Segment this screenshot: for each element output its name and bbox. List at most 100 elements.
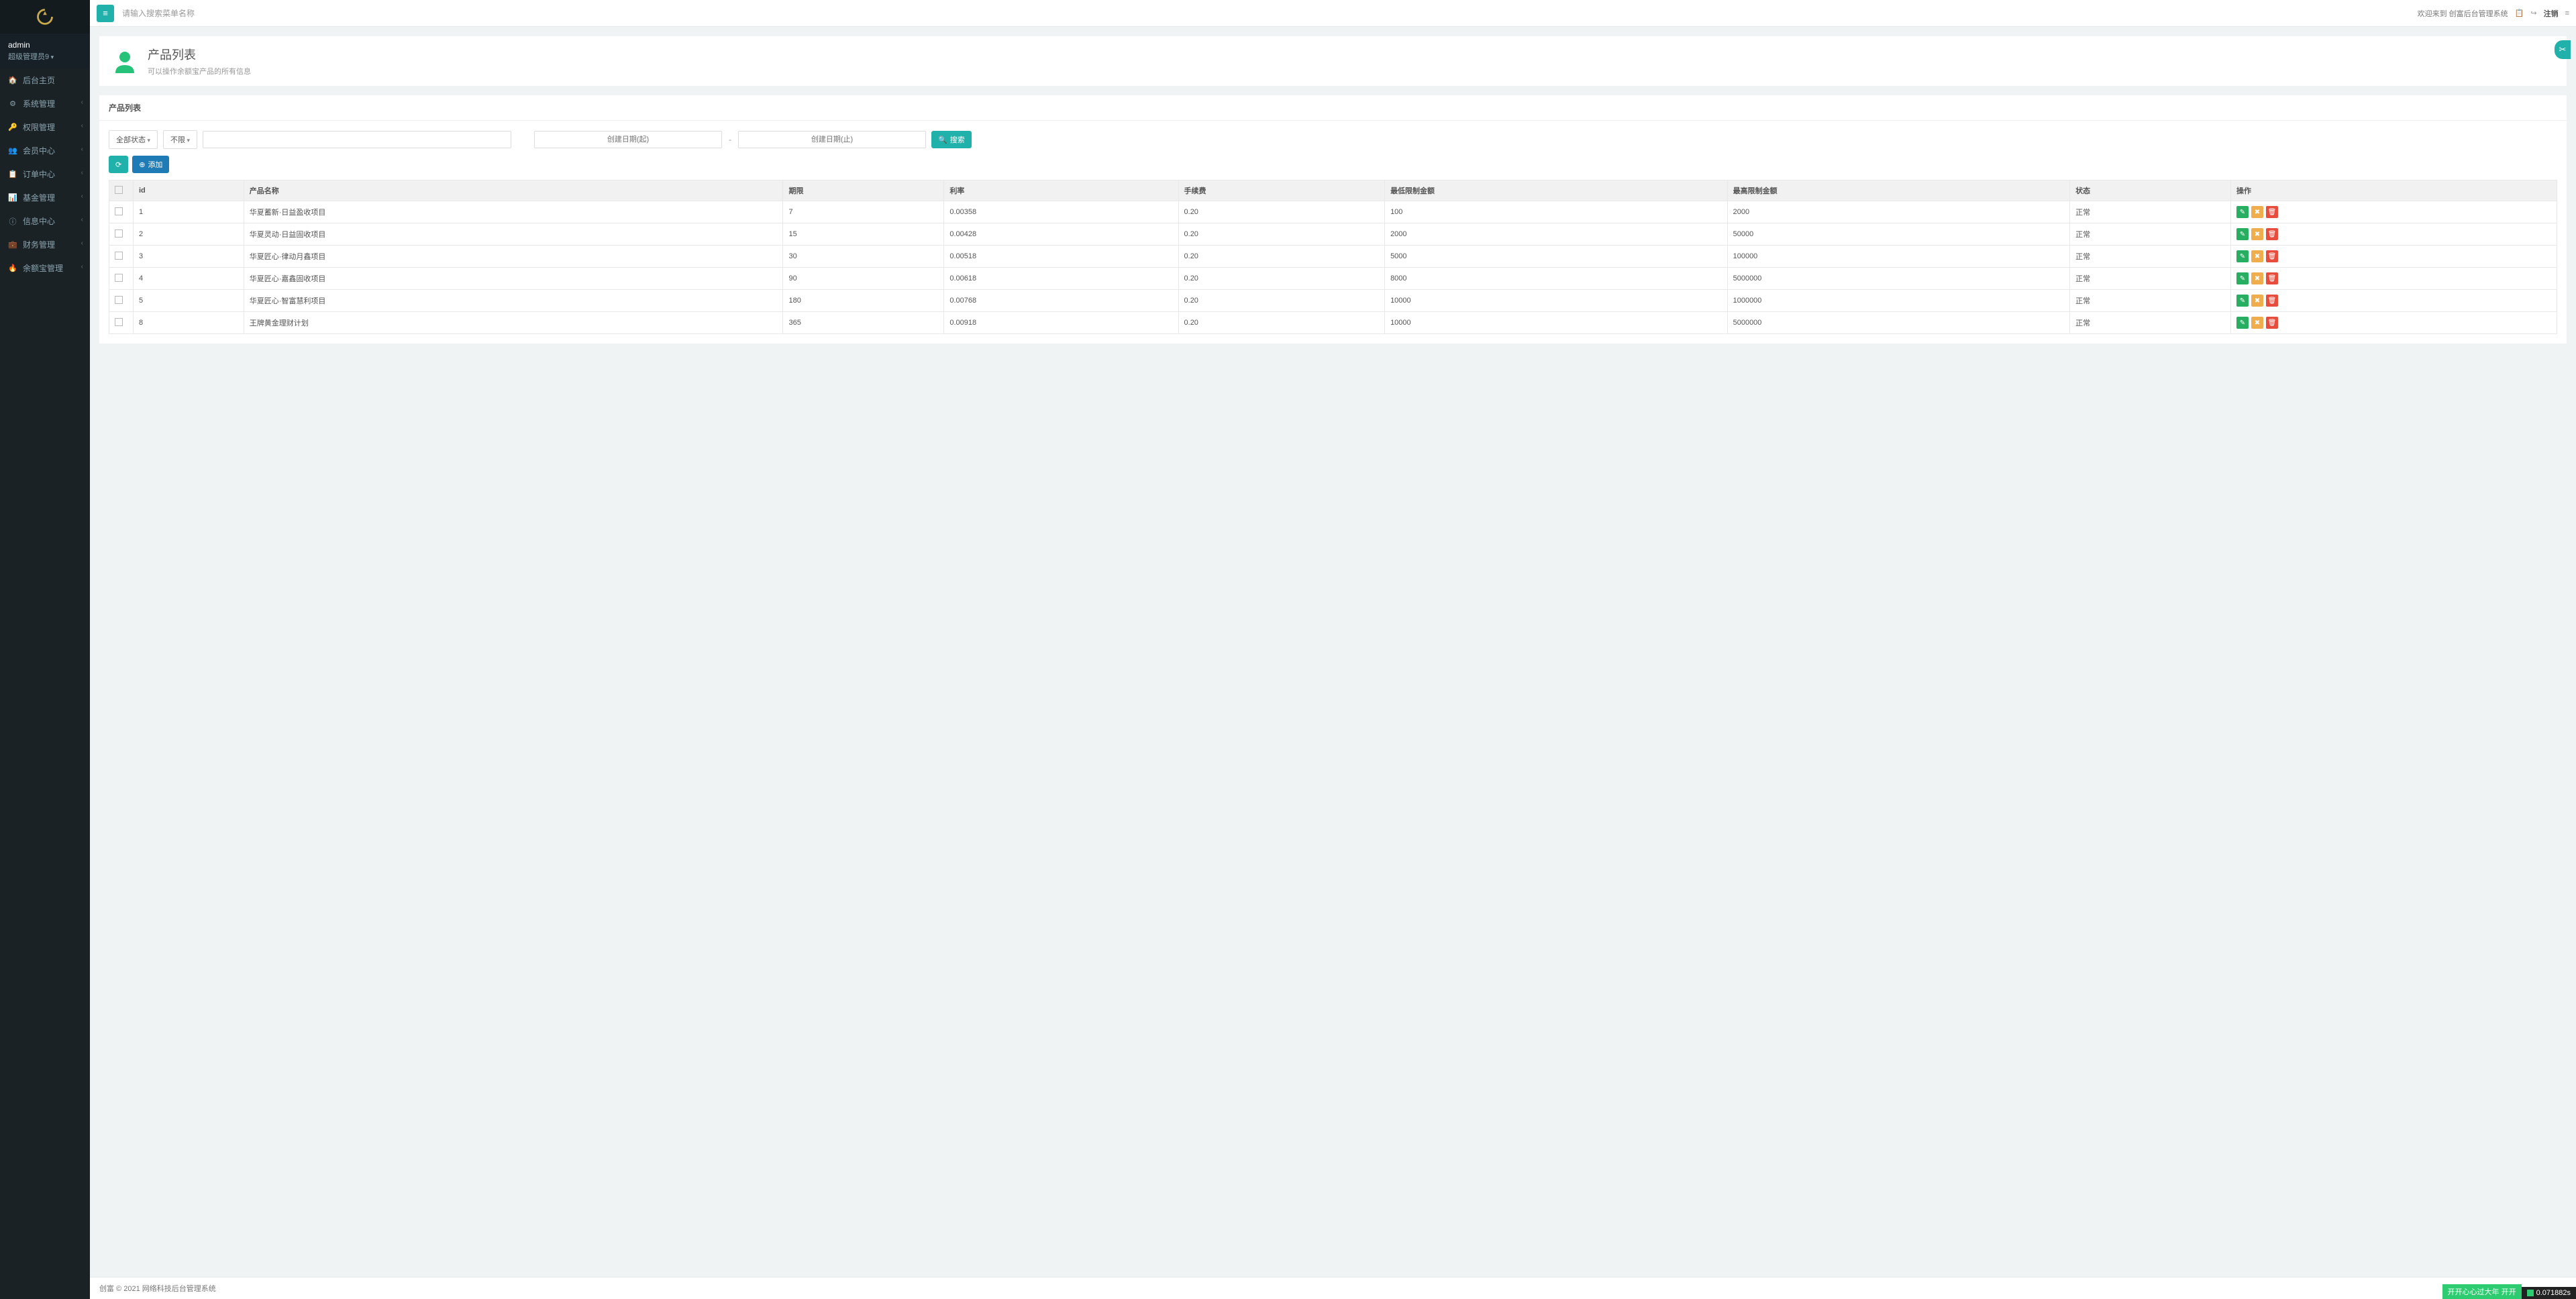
disable-button[interactable]: ✖: [2251, 206, 2263, 218]
settings-float-button[interactable]: ✂: [2555, 40, 2571, 59]
limit-select[interactable]: 不限: [163, 130, 197, 149]
nav-label: 订单中心: [23, 168, 55, 180]
perf-badge[interactable]: 0.071882s: [2522, 1287, 2576, 1299]
menu-toggle-button[interactable]: ≡: [97, 5, 114, 22]
row-actions: ✎ ✖ 🗑: [2236, 250, 2551, 262]
cell-rate: 0.00768: [944, 290, 1178, 312]
nav-item-6[interactable]: ⓘ信息中心‹: [0, 209, 90, 233]
date-end-input[interactable]: [738, 131, 926, 148]
nav-item-5[interactable]: 📊基金管理‹: [0, 186, 90, 209]
perf-indicator-icon: [2527, 1290, 2534, 1296]
clipboard-icon[interactable]: 📋: [2515, 9, 2524, 17]
user-role-dropdown[interactable]: 超级管理员9: [8, 51, 82, 62]
delete-button[interactable]: 🗑: [2266, 250, 2278, 262]
cell-name: 王牌黄金理财计划: [244, 312, 783, 334]
plus-icon: ⊕: [139, 160, 145, 169]
chevron-left-icon: ‹: [81, 263, 83, 270]
table-row: 5 华夏匠心·智富慧利项目 180 0.00768 0.20 10000 100…: [109, 290, 2557, 312]
disable-button[interactable]: ✖: [2251, 272, 2263, 284]
content: 产品列表 可以操作余额宝产品的所有信息 ✂ 产品列表 全部状态 不限 - 🔍搜索: [90, 27, 2576, 1277]
cell-status: 正常: [2070, 312, 2231, 334]
delete-button[interactable]: 🗑: [2266, 206, 2278, 218]
user-avatar-icon: [111, 48, 138, 74]
date-separator: -: [727, 135, 733, 144]
search-input[interactable]: 请输入搜索菜单名称: [122, 7, 195, 19]
nav-item-0[interactable]: 🏠后台主页: [0, 68, 90, 92]
nav-icon: 🔑: [8, 123, 17, 132]
cell-rate: 0.00618: [944, 268, 1178, 290]
more-icon[interactable]: ≡: [2565, 9, 2569, 17]
sidebar: admin 超级管理员9 🏠后台主页⚙系统管理‹🔑权限管理‹👥会员中心‹📋订单中…: [0, 0, 90, 1299]
table-body: 1 华夏蓄新·日益盈收项目 7 0.00358 0.20 100 2000 正常…: [109, 201, 2557, 334]
row-checkbox[interactable]: [115, 252, 123, 260]
cell-name: 华夏灵动·日益固收项目: [244, 223, 783, 246]
disable-button[interactable]: ✖: [2251, 250, 2263, 262]
table-row: 2 华夏灵动·日益固收项目 15 0.00428 0.20 2000 50000…: [109, 223, 2557, 246]
edit-button[interactable]: ✎: [2236, 317, 2249, 329]
search-button[interactable]: 🔍搜索: [931, 131, 972, 148]
edit-button[interactable]: ✎: [2236, 295, 2249, 307]
delete-button[interactable]: 🗑: [2266, 272, 2278, 284]
chevron-left-icon: ‹: [81, 169, 83, 176]
keyword-input[interactable]: [203, 131, 511, 148]
panel-body: 全部状态 不限 - 🔍搜索 ⟳ ⊕添加 id产品名称期限利率手续费最低限制金额最…: [99, 121, 2567, 344]
status-select[interactable]: 全部状态: [109, 130, 158, 149]
cell-fee: 0.20: [1178, 246, 1385, 268]
row-checkbox[interactable]: [115, 207, 123, 215]
edit-button[interactable]: ✎: [2236, 272, 2249, 284]
cell-id: 3: [134, 246, 244, 268]
page-subtitle: 可以操作余额宝产品的所有信息: [148, 66, 251, 76]
add-button[interactable]: ⊕添加: [132, 156, 169, 173]
col-header: 最高限制金额: [1727, 180, 2070, 201]
row-checkbox[interactable]: [115, 229, 123, 238]
logout-link[interactable]: 注销: [2544, 8, 2559, 19]
delete-button[interactable]: 🗑: [2266, 228, 2278, 240]
edit-button[interactable]: ✎: [2236, 228, 2249, 240]
logout-icon[interactable]: ↪: [2530, 9, 2536, 17]
cell-name: 华夏蓄新·日益盈收项目: [244, 201, 783, 223]
cell-max: 5000000: [1727, 312, 2070, 334]
cell-rate: 0.00518: [944, 246, 1178, 268]
nav-item-1[interactable]: ⚙系统管理‹: [0, 92, 90, 115]
nav-label: 会员中心: [23, 145, 55, 156]
panel-title: 产品列表: [99, 95, 2567, 121]
chevron-left-icon: ‹: [81, 193, 83, 200]
edit-button[interactable]: ✎: [2236, 206, 2249, 218]
cell-name: 华夏匠心·嘉鑫固收项目: [244, 268, 783, 290]
nav-item-7[interactable]: 💼财务管理‹: [0, 233, 90, 256]
cell-name: 华夏匠心·律动月鑫项目: [244, 246, 783, 268]
nav-label: 信息中心: [23, 215, 55, 227]
nav-item-2[interactable]: 🔑权限管理‹: [0, 115, 90, 139]
table-row: 1 华夏蓄新·日益盈收项目 7 0.00358 0.20 100 2000 正常…: [109, 201, 2557, 223]
disable-button[interactable]: ✖: [2251, 317, 2263, 329]
cell-term: 15: [783, 223, 944, 246]
delete-button[interactable]: 🗑: [2266, 317, 2278, 329]
cell-rate: 0.00428: [944, 223, 1178, 246]
page-title: 产品列表: [148, 46, 251, 63]
row-checkbox[interactable]: [115, 296, 123, 304]
col-header: 产品名称: [244, 180, 783, 201]
edit-button[interactable]: ✎: [2236, 250, 2249, 262]
date-start-input[interactable]: [534, 131, 722, 148]
cell-name: 华夏匠心·智富慧利项目: [244, 290, 783, 312]
nav-icon: 💼: [8, 240, 17, 249]
row-checkbox[interactable]: [115, 274, 123, 282]
select-all-checkbox[interactable]: [115, 186, 123, 194]
nav-icon: 📊: [8, 193, 17, 202]
disable-button[interactable]: ✖: [2251, 295, 2263, 307]
delete-button[interactable]: 🗑: [2266, 295, 2278, 307]
cell-status: 正常: [2070, 268, 2231, 290]
nav-item-4[interactable]: 📋订单中心‹: [0, 162, 90, 186]
nav-item-3[interactable]: 👥会员中心‹: [0, 139, 90, 162]
nav-item-8[interactable]: 🔥余额宝管理‹: [0, 256, 90, 280]
cell-id: 8: [134, 312, 244, 334]
refresh-button[interactable]: ⟳: [109, 156, 128, 173]
nav-icon: ⓘ: [8, 216, 17, 227]
row-checkbox[interactable]: [115, 318, 123, 326]
nav-menu: 🏠后台主页⚙系统管理‹🔑权限管理‹👥会员中心‹📋订单中心‹📊基金管理‹ⓘ信息中心…: [0, 68, 90, 280]
disable-button[interactable]: ✖: [2251, 228, 2263, 240]
search-icon: 🔍: [938, 136, 947, 144]
row-actions: ✎ ✖ 🗑: [2236, 206, 2551, 218]
cell-id: 5: [134, 290, 244, 312]
action-row: ⟳ ⊕添加: [109, 156, 2557, 173]
